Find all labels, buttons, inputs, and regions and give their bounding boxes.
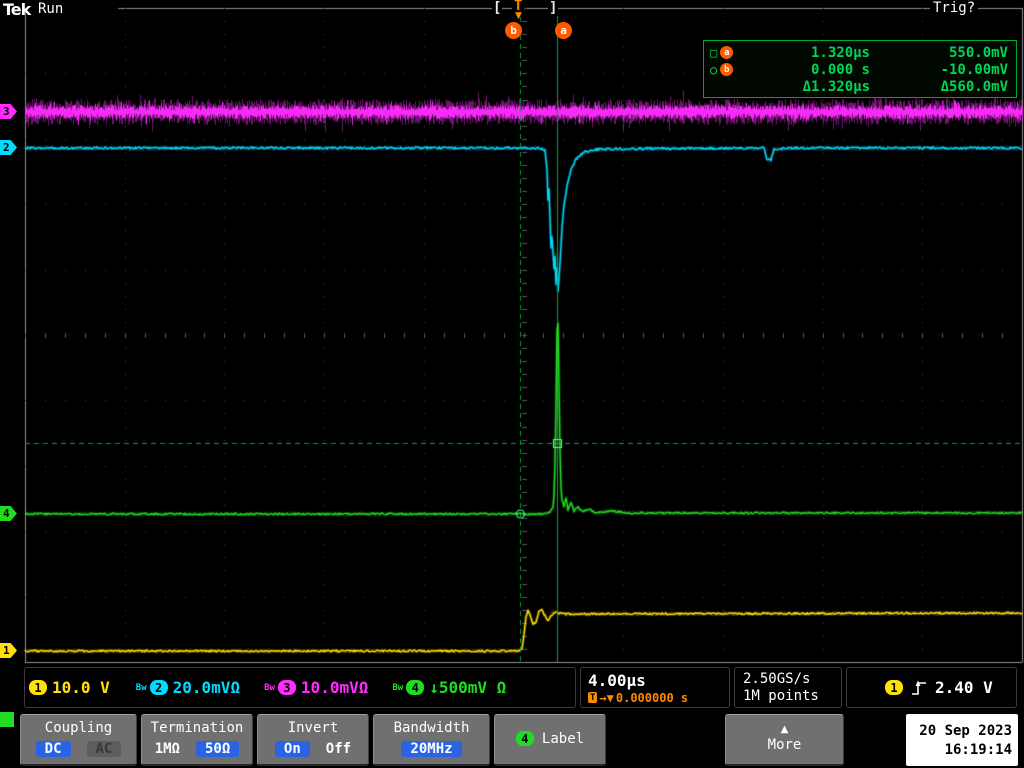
- ch1-scale: 10.0 V: [52, 678, 110, 697]
- timebase-value: 4.00µs: [588, 670, 646, 690]
- tek-logo: Tek: [3, 0, 31, 19]
- label-title: Label: [541, 730, 585, 747]
- record-length: 1M points: [743, 688, 819, 704]
- trigger-pos-arrow-icon: →▼: [599, 690, 614, 705]
- ch4-badge: 4: [406, 680, 425, 695]
- waveform-display: [0, 0, 1024, 664]
- cursor-delta-voltage: Δ560.0mV: [940, 78, 1008, 95]
- termination-button[interactable]: Termination 1MΩ 50Ω: [141, 714, 253, 766]
- more-up-arrow-icon: ▲: [780, 724, 789, 735]
- trigger-t-icon: T: [588, 692, 598, 703]
- coupling-ac-option[interactable]: AC: [86, 741, 122, 757]
- cursor-a-voltage: 550.0mV: [948, 44, 1008, 61]
- trigger-position-readout: T →▼ 0.000000 s: [588, 691, 688, 705]
- invert-title: Invert: [287, 720, 339, 736]
- ch1-badge: 1: [29, 680, 47, 695]
- cursor-a-row: □ a 1.320µs 550.0mV: [710, 44, 1008, 61]
- ch2-badge: 2: [149, 680, 168, 695]
- ch2-bandwidth-limit-icon: Bw: [135, 682, 147, 693]
- termination-title: Termination: [150, 720, 244, 736]
- cursor-delta-row: Δ1.320µs Δ560.0mV: [710, 78, 1008, 95]
- cursor-b-handle[interactable]: b: [505, 22, 522, 39]
- ch3-scale: 10.0mVΩ: [300, 678, 369, 697]
- invert-on-option[interactable]: On: [274, 741, 310, 757]
- cursor-a-square-icon: □: [710, 45, 718, 60]
- cursor-b-voltage: -10.00mV: [940, 61, 1008, 78]
- more-button[interactable]: ▲ More: [725, 714, 844, 766]
- date-value: 20 Sep 2023: [919, 722, 1012, 739]
- termination-1mohm-option[interactable]: 1MΩ: [155, 741, 180, 757]
- label-button[interactable]: 4 Label: [494, 714, 606, 766]
- trigger-pos-value: 0.000000 s: [615, 690, 689, 705]
- ch4-scale: ↓500mV Ω: [429, 678, 507, 697]
- label-ch4-badge: 4: [515, 731, 534, 746]
- coupling-button[interactable]: Coupling DC AC: [20, 714, 137, 766]
- bandwidth-title: Bandwidth: [393, 720, 470, 736]
- invert-button[interactable]: Invert On Off: [257, 714, 369, 766]
- ch4-bandwidth-limit-icon: Bw: [392, 682, 404, 693]
- ch3-bandwidth-limit-icon: Bw: [264, 682, 275, 693]
- cursor-readout-box: □ a 1.320µs 550.0mV ○ b 0.000 s -10.00mV…: [703, 40, 1017, 98]
- acq-window-bracket-right: ]: [548, 0, 559, 16]
- termination-50ohm-option[interactable]: 50Ω: [196, 741, 240, 757]
- more-title: More: [767, 737, 802, 753]
- time-value: 16:19:14: [944, 741, 1012, 758]
- ch3-badge: 3: [277, 680, 296, 695]
- bandwidth-value[interactable]: 20MHz: [401, 741, 462, 757]
- oscilloscope-screen: Tek Run Trig? [ ] T ▼ b a □ a 1.320µs 55…: [0, 0, 1024, 768]
- channel-scale-readouts: 1 10.0 V Bw 2 20.0mVΩ Bw 3 10.0mVΩ Bw 4 …: [24, 667, 576, 708]
- coupling-dc-option[interactable]: DC: [35, 741, 71, 757]
- acquisition-readout: 2.50GS/s 1M points: [734, 667, 842, 708]
- acquisition-status: Run: [38, 1, 64, 17]
- cursor-b-badge: b: [720, 63, 734, 76]
- horizontal-readout: 4.00µs T →▼ 0.000000 s: [580, 667, 730, 708]
- cursor-b-circle-icon: ○: [710, 62, 718, 77]
- trigger-status: Trig?: [930, 0, 979, 16]
- datetime-panel: 20 Sep 2023 16:19:14: [906, 714, 1018, 766]
- invert-off-option[interactable]: Off: [326, 741, 351, 757]
- bandwidth-button[interactable]: Bandwidth 20MHz: [373, 714, 490, 766]
- cursor-delta-time: Δ1.320µs: [802, 78, 870, 95]
- trigger-readout: 1 2.40 V: [846, 667, 1017, 708]
- cursor-b-row: ○ b 0.000 s -10.00mV: [710, 61, 1008, 78]
- trigger-source-badge: 1: [885, 680, 903, 695]
- cursor-a-badge: a: [720, 46, 734, 59]
- cursor-a-handle[interactable]: a: [555, 22, 572, 39]
- ch4-menu-color-tab: [0, 712, 14, 727]
- cursor-a-time: 1.320µs: [810, 44, 870, 61]
- ch2-scale: 20.0mVΩ: [172, 678, 241, 697]
- sample-rate: 2.50GS/s: [743, 671, 811, 687]
- trigger-edge-icon: [912, 680, 926, 695]
- coupling-title: Coupling: [44, 720, 113, 736]
- acq-window-bracket-left: [: [492, 0, 503, 16]
- trigger-level: 2.40 V: [935, 678, 993, 697]
- trigger-position-arrow-icon: ▼: [515, 11, 522, 21]
- cursor-b-time: 0.000 s: [810, 61, 870, 78]
